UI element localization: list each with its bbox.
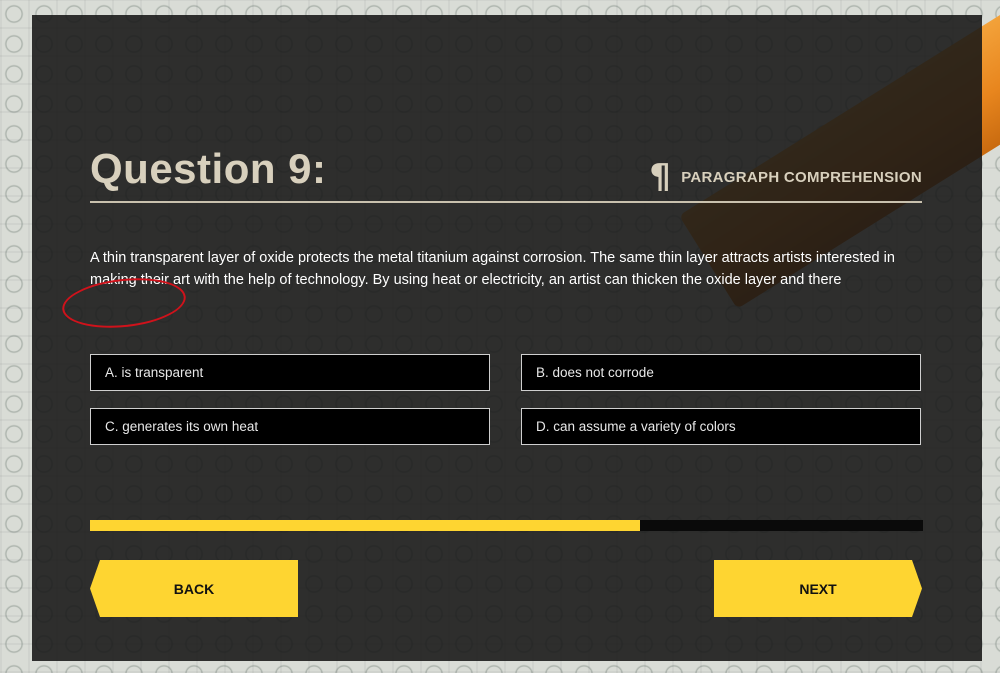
option-c-button[interactable]: C. generates its own heat xyxy=(90,408,490,445)
back-button[interactable]: BACK xyxy=(90,560,298,617)
next-button[interactable]: NEXT xyxy=(714,560,922,617)
section-tag: ¶ PARAGRAPH COMPREHENSION xyxy=(649,157,922,197)
question-title: Question 9: xyxy=(90,145,327,192)
progress-bar xyxy=(90,520,923,531)
progress-fill xyxy=(90,520,640,531)
question-header: Question 9: ¶ PARAGRAPH COMPREHENSION xyxy=(90,145,922,203)
section-label: PARAGRAPH COMPREHENSION xyxy=(681,168,922,186)
option-a-button[interactable]: A. is transparent xyxy=(90,354,490,391)
question-passage: A thin transparent layer of oxide protec… xyxy=(90,250,895,288)
option-d-button[interactable]: D. can assume a variety of colors xyxy=(521,408,921,445)
option-b-button[interactable]: B. does not corrode xyxy=(521,354,921,391)
pilcrow-icon: ¶ xyxy=(649,157,672,197)
quiz-panel: Question 9: ¶ PARAGRAPH COMPREHENSION A … xyxy=(32,15,982,661)
